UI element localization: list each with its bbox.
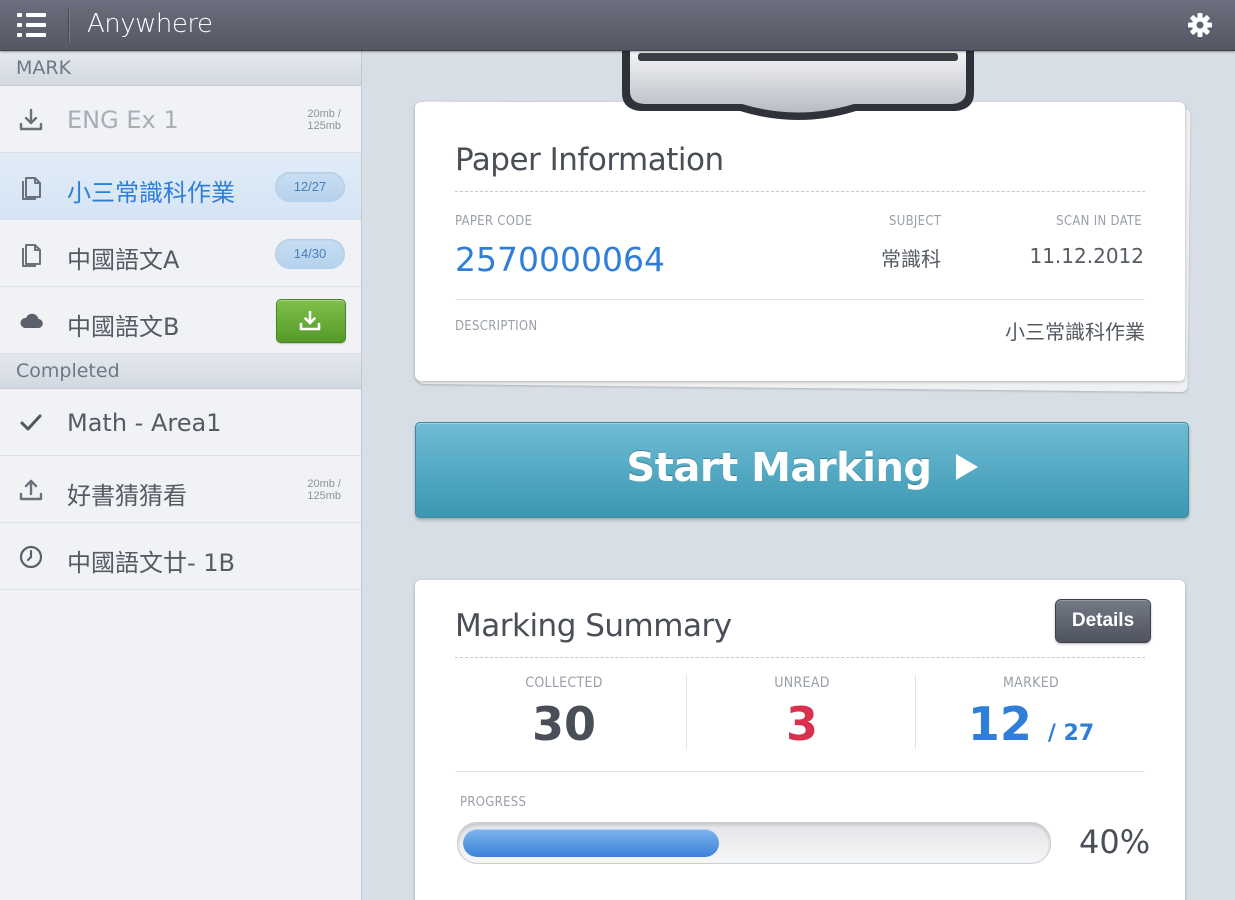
progress-badge: 12/27 xyxy=(275,172,345,202)
paper-code-value: 2570000064 xyxy=(455,240,665,279)
sidebar-item-general-studies-homework[interactable]: 小三常識科作業 12/27 xyxy=(0,153,361,220)
gear-icon[interactable] xyxy=(1185,10,1215,40)
document-icon xyxy=(18,174,44,200)
paper-code-label: PAPER CODE xyxy=(455,214,533,229)
download-icon xyxy=(299,310,321,331)
paper-information-card: Paper Information PAPER CODE 2570000064 … xyxy=(415,102,1185,381)
sidebar-item-label: 中國語文A xyxy=(67,246,180,274)
unread-label: UNREAD xyxy=(774,675,830,691)
divider xyxy=(455,299,1145,300)
sidebar-item-label: 中國語文廿- 1B xyxy=(67,549,236,577)
section-header-mark: MARK xyxy=(0,51,361,86)
start-marking-button[interactable]: Start Marking xyxy=(415,422,1189,518)
sidebar-item-math-area1[interactable]: Math - Area1 xyxy=(0,389,361,456)
details-button[interactable]: Details xyxy=(1055,599,1151,643)
divider xyxy=(455,771,1145,772)
unread-value: 3 xyxy=(785,697,818,751)
sidebar-item-book-guess[interactable]: 好書猜猜看 20mb /125mb xyxy=(0,456,361,523)
file-size: 20mb /125mb xyxy=(307,478,341,502)
marking-summary-card: Marking Summary Details COLLECTED 30 UNR… xyxy=(415,580,1185,900)
app-title: Anywhere xyxy=(87,9,213,39)
marked-value: 12 xyxy=(967,697,1032,751)
collected-stat: COLLECTED 30 xyxy=(449,675,679,751)
checkmark-icon xyxy=(18,410,44,436)
sidebar-item-label: Math - Area1 xyxy=(67,409,222,437)
sidebar-item-label: ENG Ex 1 xyxy=(67,106,179,134)
sidebar-item-label: 好書猜猜看 xyxy=(67,482,187,510)
description-label: DESCRIPTION xyxy=(455,319,538,334)
file-size: 20mb /125mb xyxy=(307,108,341,132)
card-title: Paper Information xyxy=(455,142,724,178)
marked-label: MARKED xyxy=(1003,675,1059,691)
marked-total: / 27 xyxy=(1047,721,1095,746)
sidebar-item-chinese-a[interactable]: 中國語文A 14/30 xyxy=(0,220,361,287)
play-icon xyxy=(955,454,978,480)
sidebar-item-chinese-b[interactable]: 中國語文B xyxy=(0,287,361,354)
cloud-icon xyxy=(18,308,44,334)
description-value: 小三常識科作業 xyxy=(1005,320,1145,344)
divider xyxy=(455,657,1145,658)
main-content: Paper Information PAPER CODE 2570000064 … xyxy=(362,51,1235,900)
sidebar-item-eng-ex-1[interactable]: ENG Ex 1 20mb /125mb xyxy=(0,86,361,153)
document-icon xyxy=(18,241,44,267)
subject-label: SUBJECT xyxy=(889,214,942,229)
menu-list-icon[interactable] xyxy=(14,10,50,40)
sidebar-item-label: 中國語文B xyxy=(67,313,180,341)
subject-value: 常識科 xyxy=(881,247,941,271)
progress-bar xyxy=(457,822,1051,864)
sidebar-item-label: 小三常識科作業 xyxy=(67,179,235,207)
download-icon xyxy=(18,107,44,133)
scan-date-value: 11.12.2012 xyxy=(1029,244,1144,268)
sidebar-item-chinese-1b[interactable]: 中國語文廿- 1B xyxy=(0,523,361,590)
scan-date-label: SCAN IN DATE xyxy=(1056,214,1142,229)
topbar-divider xyxy=(68,8,70,42)
collected-label: COLLECTED xyxy=(525,675,603,691)
marked-stat: MARKED 12 / 27 xyxy=(916,675,1146,751)
progress-bar-fill xyxy=(463,829,720,857)
progress-label: PROGRESS xyxy=(460,795,527,810)
clipboard-clip xyxy=(620,51,976,129)
clock-icon xyxy=(18,544,44,570)
card-title: Marking Summary xyxy=(455,608,732,644)
download-button[interactable] xyxy=(276,299,346,343)
start-marking-label: Start Marking xyxy=(626,445,932,491)
sidebar: MARK ENG Ex 1 20mb /125mb 小三常識科作業 12/27 … xyxy=(0,51,362,900)
progress-badge: 14/30 xyxy=(275,239,345,269)
divider xyxy=(455,191,1145,192)
top-bar: Anywhere xyxy=(0,0,1235,51)
upload-icon xyxy=(18,477,44,503)
collected-value: 30 xyxy=(531,697,596,751)
unread-stat: UNREAD 3 xyxy=(687,675,917,751)
progress-percentage: 40% xyxy=(1079,823,1151,861)
section-header-completed: Completed xyxy=(0,354,361,389)
